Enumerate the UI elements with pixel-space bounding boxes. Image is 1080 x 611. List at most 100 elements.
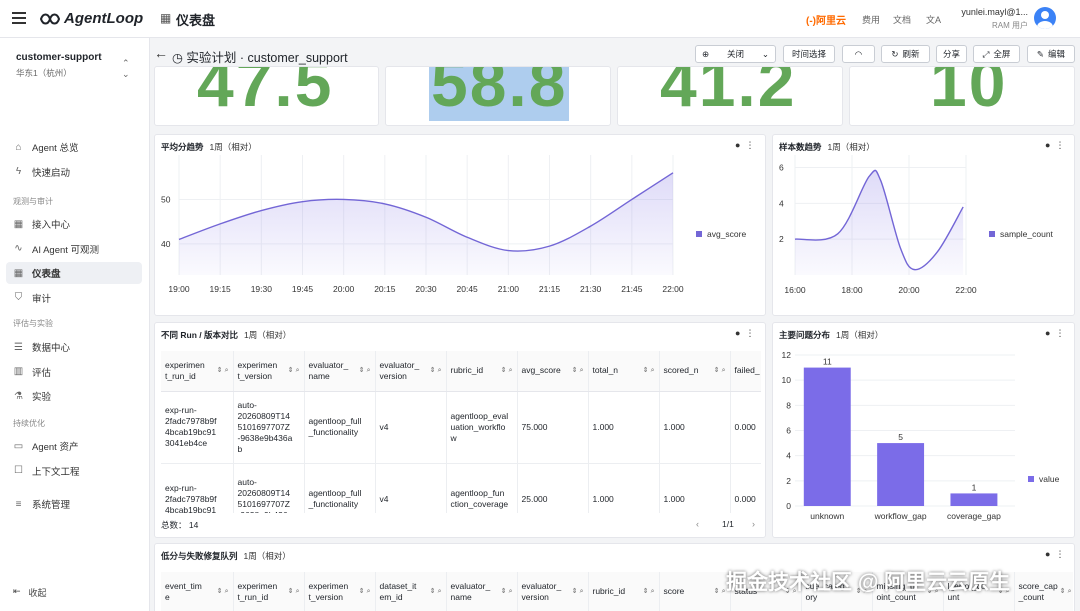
sort-search-icon[interactable]: ⇕ ⌕	[501, 365, 513, 376]
column-header[interactable]: event_tim e ⇕ ⌕	[161, 572, 234, 611]
sort-search-icon[interactable]: ⇕ ⌕	[714, 586, 726, 597]
sidebar-item[interactable]: ▦ 仪表盘	[6, 262, 142, 284]
column-header[interactable]: evaluator_ name ⇕ ⌕	[446, 572, 518, 611]
sidebar-item[interactable]: ⌂ Agent 总览	[6, 136, 142, 158]
column-header[interactable]: rubric_id ⇕ ⌕	[446, 351, 518, 392]
y-tick-label: 50	[161, 194, 171, 204]
column-header[interactable]: experimen t_run_id ⇕ ⌕	[161, 351, 234, 392]
eye-icon[interactable]: ●	[1045, 549, 1050, 559]
x-tick-label: workflow_gap	[874, 511, 927, 521]
sort-search-icon[interactable]: ⇕ ⌕	[643, 365, 655, 376]
column-header[interactable]: evaluator_ version ⇕ ⌕	[375, 351, 447, 392]
column-header[interactable]: avg_score ⇕ ⌕	[517, 351, 589, 392]
more-icon[interactable]: ⋮	[1055, 549, 1064, 559]
column-header[interactable]: rubric_id ⇕ ⌕	[588, 572, 660, 611]
nav-section-label: 评估与实验	[13, 319, 53, 328]
refresh-select[interactable]: ⊕ 关闭 ⌄	[695, 45, 776, 63]
column-header[interactable]: evaluator_ name ⇕ ⌕	[304, 351, 376, 392]
sort-search-icon[interactable]: ⇕ ⌕	[359, 586, 371, 597]
fullscreen-button[interactable]: ⤢ 全屏	[973, 45, 1020, 63]
column-header[interactable]: score_cap _count ⇕ ⌕	[1014, 572, 1073, 611]
column-header[interactable]: experimen t_version ⇕ ⌕	[304, 572, 376, 611]
app-logo[interactable]: AgentLoop	[40, 10, 143, 27]
sort-search-icon[interactable]: ⇕ ⌕	[643, 586, 655, 597]
column-header[interactable]: evaluator_ version ⇕ ⌕	[517, 572, 589, 611]
menu-icon[interactable]	[12, 12, 26, 24]
column-header[interactable]: total_n ⇕ ⌕	[588, 351, 660, 392]
agentloop-logo-icon	[40, 13, 60, 24]
legend-label: avg_score	[707, 229, 746, 239]
refresh-button[interactable]: ↻ 刷新	[881, 45, 930, 63]
column-header[interactable]: score ⇕ ⌕	[659, 572, 731, 611]
prev-page-icon[interactable]: ‹	[696, 519, 699, 529]
x-tick-label: 19:15	[210, 284, 232, 294]
sort-search-icon[interactable]: ⇕ ⌕	[430, 586, 442, 597]
more-icon[interactable]: ⋮	[745, 328, 754, 338]
eye-icon[interactable]: ●	[735, 328, 740, 338]
sort-search-icon[interactable]: ⇕ ⌕	[288, 586, 300, 597]
chevron-updown-icon[interactable]: ⌃ ⌄	[122, 58, 130, 80]
table-cell: 1.000	[659, 391, 731, 464]
sort-search-icon[interactable]: ⇕ ⌕	[217, 586, 229, 597]
sort-search-icon[interactable]: ⇕ ⌕	[714, 365, 726, 376]
sidebar-item[interactable]: ≡ 系统管理	[6, 493, 142, 515]
sort-search-icon[interactable]: ⇕ ⌕	[572, 586, 584, 597]
sidebar-item[interactable]: ☐ 上下文工程	[6, 460, 142, 482]
sort-search-icon[interactable]: ⇕ ⌕	[572, 365, 584, 376]
sort-search-icon[interactable]: ⇕ ⌕	[501, 586, 513, 597]
sidebar-item[interactable]: ⛉ 审计	[6, 287, 142, 309]
sidebar-item[interactable]: ∿ AI Agent 可观测	[6, 238, 142, 260]
run-table: experimen t_run_id ⇕ ⌕ experimen t_version ⇕ …	[161, 351, 761, 513]
edit-button[interactable]: ✎ 编辑	[1027, 45, 1075, 63]
next-page-icon[interactable]: ›	[752, 519, 755, 529]
column-header[interactable]: experimen t_version ⇕ ⌕	[233, 351, 305, 392]
sidebar-item-label: Agent 总览	[32, 143, 79, 154]
bar-coverage_gap[interactable]	[950, 493, 998, 506]
avatar[interactable]	[1034, 7, 1056, 29]
flask-icon: ⚗	[14, 390, 23, 402]
column-header[interactable]: scored_n ⇕ ⌕	[659, 351, 731, 392]
bar-unknown[interactable]	[803, 367, 851, 506]
bar-workflow_gap[interactable]	[877, 443, 925, 506]
page-indicator: 1/1	[722, 519, 734, 529]
sort-search-icon[interactable]: ⇕ ⌕	[430, 365, 442, 376]
gauge-button[interactable]: ◠	[842, 45, 875, 63]
sidebar-item[interactable]: ▦ 接入中心	[6, 213, 142, 235]
back-arrow-icon[interactable]: ←	[154, 45, 168, 61]
column-header[interactable]: experimen t_run_id ⇕ ⌕	[233, 572, 305, 611]
stat-value: 58.8	[429, 67, 570, 121]
sidebar-item[interactable]: ϟ 快速启动	[6, 161, 142, 183]
time-select-button[interactable]: 时间选择	[783, 45, 835, 63]
sort-search-icon[interactable]: ⇕ ⌕	[288, 365, 300, 376]
sidebar-item[interactable]: ⚗ 实验	[6, 385, 142, 407]
x-tick-label: 20:45	[457, 284, 479, 294]
sidebar-item[interactable]: ▭ Agent 资产	[6, 435, 142, 457]
sort-search-icon[interactable]: ⇕ ⌕	[1060, 586, 1072, 597]
sidebar: customer-support 华东1（杭州） ⌃ ⌄ ⌂ Agent 总览 ϟ 快速…	[0, 38, 150, 611]
sidebar-item[interactable]: ▥ 评估	[6, 361, 142, 383]
docs-link[interactable]: 文档	[893, 13, 911, 26]
sidebar-item-label: 接入中心	[32, 220, 71, 231]
column-header[interactable]: dataset_it em_id ⇕ ⌕	[375, 572, 447, 611]
y-tick-label: 2	[786, 476, 791, 486]
chevron-down-icon: ⌄	[761, 48, 769, 59]
collapse-button[interactable]: ⇤ 收起	[13, 586, 47, 599]
table-row[interactable]: exp-run- 2fadc7978b9f 4bcab19bc91 3041eb…	[161, 391, 761, 464]
user-info[interactable]: yunlei.mayl@1... RAM 用户	[958, 7, 1028, 31]
table-row[interactable]: exp-run- 2fadc7978b9f 4bcab19bc91 auto- 2…	[161, 463, 761, 513]
column-header[interactable]: failed_⇕ ⌕	[730, 351, 761, 392]
workspace-selector[interactable]: customer-support 华东1（杭州）	[16, 52, 102, 79]
table-cell: auto- 20260809T14 5101697707Z -9638e9b43…	[233, 391, 305, 464]
sort-search-icon[interactable]: ⇕ ⌕	[359, 365, 371, 376]
aliyun-link[interactable]: (-)阿里云	[806, 12, 846, 27]
panel-title: 不同 Run / 版本对比 1周（相对）	[161, 330, 292, 340]
sidebar-item-label: 系统管理	[32, 500, 71, 511]
language-icon[interactable]: 文A	[926, 13, 941, 26]
share-button[interactable]: 分享	[936, 45, 967, 63]
legend-label: value	[1039, 474, 1060, 484]
sidebar-item[interactable]: ☰ 数据中心	[6, 336, 142, 358]
billing-link[interactable]: 费用	[862, 13, 880, 26]
sort-search-icon[interactable]: ⇕ ⌕	[217, 365, 229, 376]
workspace-name: customer-support	[16, 52, 102, 63]
x-tick-label: 21:00	[498, 284, 520, 294]
